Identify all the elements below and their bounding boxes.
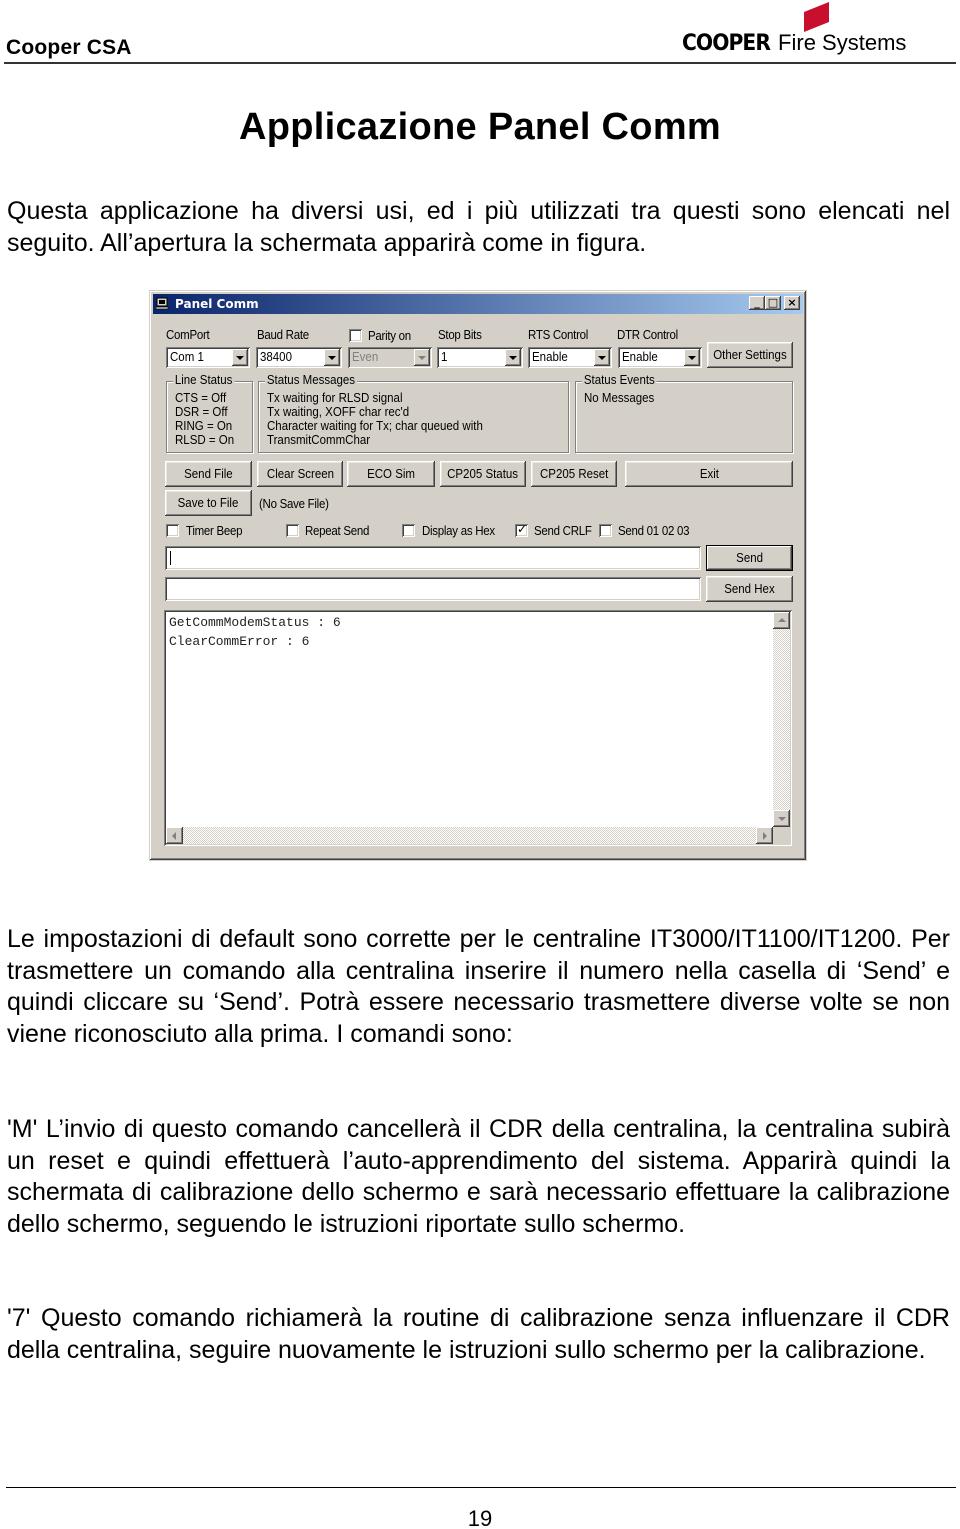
parity-value: Even — [352, 350, 379, 364]
app-icon — [156, 297, 169, 310]
send-sequence-label: Send 01 02 03 — [618, 524, 690, 538]
status-messages-group: Status Messages Tx waiting for RLSD sign… — [258, 373, 569, 453]
status-messages-title: Status Messages — [265, 373, 357, 387]
minimize-button[interactable]: _ — [749, 296, 765, 310]
send-input[interactable] — [165, 546, 701, 570]
parity-label: Parity on — [368, 329, 411, 343]
status-event-item: No Messages — [584, 391, 655, 405]
parity-checkbox[interactable] — [349, 329, 362, 342]
repeat-send-checkbox[interactable] — [286, 524, 299, 537]
logo-flag-icon — [804, 2, 829, 32]
header-divider — [4, 62, 956, 64]
rts-control-value: Enable — [532, 350, 568, 364]
cooper-logo: COOPER Fire Systems — [682, 2, 952, 58]
comport-value: Com 1 — [170, 350, 204, 364]
save-file-status: (No Save File) — [259, 497, 329, 511]
stop-bits-value: 1 — [441, 350, 448, 364]
scroll-down-arrow-icon[interactable] — [773, 810, 790, 827]
stop-bits-select[interactable]: 1 — [437, 347, 523, 368]
display-as-hex-label: Display as Hex — [422, 524, 495, 538]
send-crlf-label: Send CRLF — [534, 524, 592, 538]
line-status-group: Line Status CTS = Off DSR = Off RING = O… — [166, 373, 253, 453]
exit-button[interactable]: Exit — [625, 461, 793, 487]
chevron-down-icon[interactable] — [324, 349, 340, 366]
scroll-up-arrow-icon[interactable] — [773, 612, 790, 629]
command-m-paragraph: 'M' L’invio di questo comando cancellerà… — [7, 1115, 950, 1238]
send-sequence-checkbox[interactable] — [599, 524, 612, 537]
status-message-item: TransmitCommChar — [267, 433, 371, 447]
status-events-title: Status Events — [582, 373, 657, 387]
comport-select[interactable]: Com 1 — [166, 347, 250, 368]
chevron-down-icon[interactable] — [594, 349, 610, 366]
send-file-button[interactable]: Send File — [165, 461, 252, 487]
document-title: Applicazione Panel Comm — [239, 106, 721, 148]
dtr-control-value: Enable — [622, 350, 658, 364]
display-as-hex-checkbox[interactable] — [402, 524, 415, 537]
status-events-group: Status Events No Messages — [575, 373, 793, 453]
maximize-button[interactable]: □ — [765, 296, 781, 310]
status-message-item: Tx waiting for RLSD signal — [267, 391, 403, 405]
window-titlebar[interactable]: Panel Comm _ □ × — [153, 294, 803, 314]
rts-control-select[interactable]: Enable — [528, 347, 612, 368]
window-title: Panel Comm — [175, 297, 259, 311]
logo-brand: COOPER — [682, 31, 771, 56]
scroll-left-arrow-icon[interactable] — [166, 827, 183, 844]
baud-rate-label: Baud Rate — [257, 328, 309, 342]
eco-sim-button[interactable]: ECO Sim — [347, 461, 435, 487]
page-number: 19 — [467, 1506, 493, 1529]
dtr-control-label: DTR Control — [617, 328, 678, 342]
logo-text: COOPER Fire Systems — [682, 29, 906, 56]
command-7-paragraph: '7' Questo comando richiamerà la routine… — [7, 1304, 950, 1364]
footer-divider — [6, 1487, 956, 1488]
baud-rate-select[interactable]: 38400 — [256, 347, 342, 368]
send-hex-input[interactable] — [165, 577, 701, 601]
repeat-send-label: Repeat Send — [305, 524, 370, 538]
output-line: ClearCommError : 6 — [169, 634, 310, 649]
parity-select: Even — [348, 347, 432, 368]
dtr-control-select[interactable]: Enable — [618, 347, 702, 368]
send-button[interactable]: Send — [706, 545, 793, 571]
company-name: Cooper CSA — [6, 36, 132, 59]
line-status-item: CTS = Off — [175, 391, 227, 405]
text-caret — [170, 551, 171, 565]
panel-comm-window: Panel Comm _ □ × ComPort Baud Rate Parit… — [149, 290, 807, 861]
rts-control-label: RTS Control — [528, 328, 589, 342]
status-message-item: Tx waiting, XOFF char rec'd — [267, 405, 410, 419]
cp205-reset-button[interactable]: CP205 Reset — [531, 461, 617, 487]
output-log[interactable]: GetCommModemStatus : 6 ClearCommError : … — [164, 610, 792, 846]
line-status-title: Line Status — [173, 373, 235, 387]
status-message-item: Character waiting for Tx; char queued wi… — [267, 419, 483, 433]
chevron-down-icon[interactable] — [684, 349, 700, 366]
timer-beep-checkbox[interactable] — [166, 524, 179, 537]
chevron-down-icon — [414, 349, 430, 366]
vertical-scrollbar[interactable] — [773, 612, 790, 827]
horizontal-scrollbar[interactable] — [166, 827, 773, 844]
chevron-down-icon[interactable] — [232, 349, 248, 366]
send-hex-button[interactable]: Send Hex — [706, 576, 793, 602]
scroll-right-arrow-icon[interactable] — [756, 827, 773, 844]
comport-label: ComPort — [166, 328, 210, 342]
line-status-item: DSR = Off — [175, 405, 228, 419]
close-button[interactable]: × — [784, 296, 800, 310]
logo-suffix: Fire Systems — [778, 30, 907, 55]
chevron-down-icon[interactable] — [505, 349, 521, 366]
default-settings-paragraph: Le impostazioni di default sono corrette… — [7, 925, 950, 1048]
scrollbar-corner — [773, 827, 790, 844]
output-line: GetCommModemStatus : 6 — [169, 615, 341, 630]
line-status-item: RING = On — [175, 419, 233, 433]
stop-bits-label: Stop Bits — [438, 328, 482, 342]
save-to-file-button[interactable]: Save to File — [165, 490, 252, 516]
cp205-status-button[interactable]: CP205 Status — [440, 461, 526, 487]
other-settings-button[interactable]: Other Settings — [707, 342, 793, 368]
send-crlf-checkbox[interactable] — [515, 522, 528, 537]
clear-screen-button[interactable]: Clear Screen — [257, 461, 343, 487]
line-status-item: RLSD = On — [175, 433, 235, 447]
intro-paragraph: Questa applicazione ha diversi usi, ed i… — [7, 197, 950, 257]
timer-beep-label: Timer Beep — [186, 524, 243, 538]
baud-rate-value: 38400 — [260, 350, 292, 364]
page-header: Cooper CSA COOPER Fire Systems — [0, 0, 960, 66]
